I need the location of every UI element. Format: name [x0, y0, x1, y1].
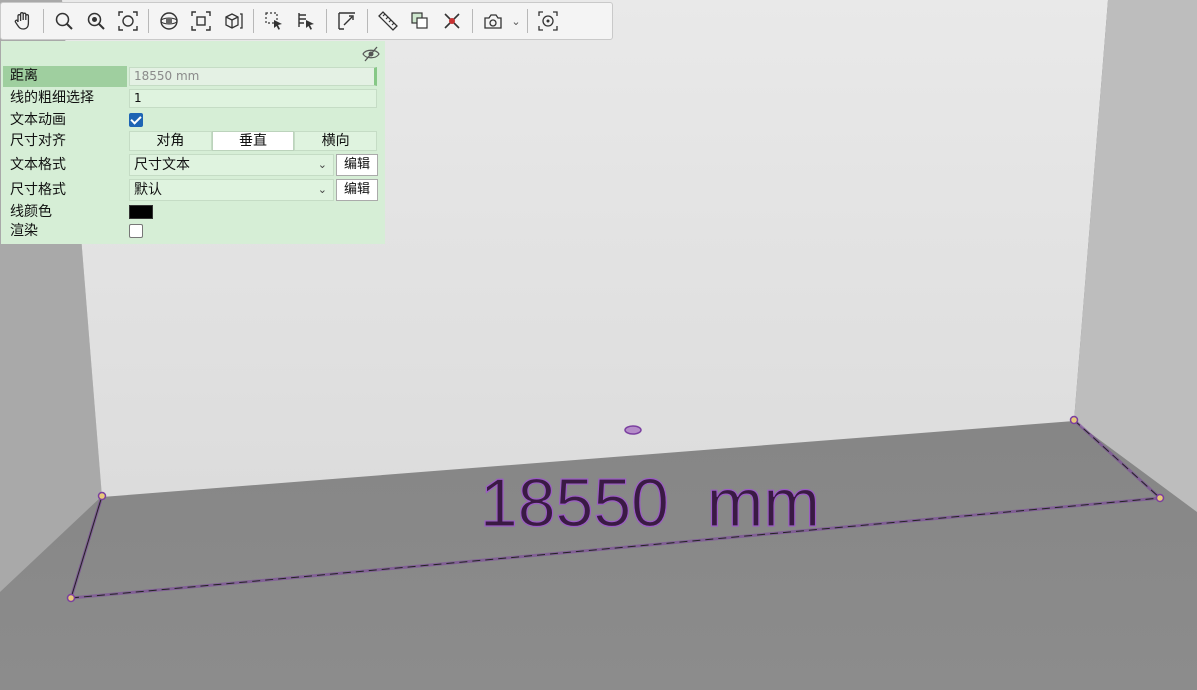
distance-row: 距离 18550 mm: [1, 66, 385, 87]
zoom-button[interactable]: [49, 6, 79, 36]
zoom-extents-button[interactable]: [113, 6, 143, 36]
text-animation-checkbox[interactable]: [129, 113, 143, 127]
sphere-view-icon: [160, 12, 178, 30]
render-row: 渲染: [1, 222, 385, 241]
delete-point-button[interactable]: [437, 6, 467, 36]
copy-select-button[interactable]: [405, 6, 435, 36]
box-view-button[interactable]: [218, 6, 248, 36]
zoom-icon: [55, 12, 73, 30]
chevron-down-icon: ⌄: [317, 158, 327, 171]
select-text-icon: [298, 13, 314, 30]
center-button[interactable]: [533, 6, 563, 36]
zoom-in-icon: [87, 12, 105, 30]
dim-align-label: 尺寸对齐: [10, 133, 66, 149]
text-format-row: 文本格式 尺寸文本 ⌄ 编辑: [1, 153, 385, 177]
dim-align-row: 尺寸对齐 对角 垂直 横向: [1, 131, 385, 152]
center-icon: [538, 11, 558, 31]
line-weight-label: 线的粗细选择: [10, 90, 94, 106]
chevron-down-icon: ⌄: [317, 183, 327, 196]
ruler-icon: [378, 11, 398, 31]
toolbar-separator: [253, 9, 254, 33]
render-label: 渲染: [10, 223, 38, 239]
dimension-point[interactable]: [97, 491, 107, 501]
dim-align-vertical[interactable]: 垂直: [211, 131, 295, 151]
select-region-button[interactable]: [259, 6, 289, 36]
hand-button[interactable]: [8, 6, 38, 36]
toolbar-separator: [43, 9, 44, 33]
text-format-select[interactable]: 尺寸文本 ⌄: [129, 154, 334, 176]
fit-view-icon: [191, 11, 211, 31]
chevron-down-icon[interactable]: ⌄: [509, 15, 523, 28]
render-checkbox[interactable]: [129, 224, 143, 238]
dimension-text[interactable]: 18550 mm: [479, 464, 820, 541]
toolbar: ⌄: [0, 2, 613, 40]
text-animation-label: 文本动画: [10, 112, 66, 128]
dim-format-edit-button[interactable]: 编辑: [336, 179, 378, 201]
text-animation-row: 文本动画: [1, 110, 385, 130]
toolbar-separator: [367, 9, 368, 33]
line-color-swatch[interactable]: [129, 205, 153, 219]
hand-icon: [14, 12, 30, 30]
dim-format-label: 尺寸格式: [10, 182, 66, 198]
delete-point-icon: [444, 13, 460, 29]
dimension-point[interactable]: [1069, 415, 1079, 425]
select-text-button[interactable]: [291, 6, 321, 36]
toolbar-separator: [148, 9, 149, 33]
dimension-icon: [338, 12, 355, 30]
dimension-point[interactable]: [1155, 493, 1165, 503]
fit-view-button[interactable]: [186, 6, 216, 36]
marker-point[interactable]: [624, 425, 642, 435]
distance-label: 距离: [10, 68, 38, 84]
zoom-in-button[interactable]: [81, 6, 111, 36]
copy-select-icon: [411, 12, 428, 29]
box-view-icon: [225, 13, 243, 29]
ruler-button[interactable]: [373, 6, 403, 36]
hide-eye-icon[interactable]: [361, 45, 381, 63]
dim-align-diagonal[interactable]: 对角: [129, 131, 212, 151]
dim-align-horizontal[interactable]: 横向: [294, 131, 378, 151]
toolbar-separator: [472, 9, 473, 33]
zoom-extents-icon: [118, 11, 138, 31]
dim-format-row: 尺寸格式 默认 ⌄ 编辑: [1, 178, 385, 202]
text-format-label: 文本格式: [10, 157, 66, 173]
toolbar-separator: [527, 9, 528, 33]
camera-button[interactable]: [478, 6, 508, 36]
line-color-label: 线颜色: [10, 204, 52, 220]
line-weight-field[interactable]: 1: [129, 89, 377, 108]
toolbar-separator: [326, 9, 327, 33]
line-color-row: 线颜色: [1, 203, 385, 222]
camera-icon: [484, 14, 502, 29]
dimension-point[interactable]: [66, 593, 76, 603]
dim-align-segmented: 对角 垂直 横向: [129, 131, 378, 151]
text-format-edit-button[interactable]: 编辑: [336, 154, 378, 176]
distance-field[interactable]: 18550 mm: [129, 67, 377, 86]
text-format-value: 尺寸文本: [134, 157, 190, 173]
dimension-button[interactable]: [332, 6, 362, 36]
line-weight-row: 线的粗细选择 1: [1, 88, 385, 109]
dimension-properties-panel: 距离 18550 mm 线的粗细选择 1 文本动画 尺寸对齐 对角 垂直 横向 …: [1, 41, 385, 244]
sphere-view-button[interactable]: [154, 6, 184, 36]
dim-format-select[interactable]: 默认 ⌄: [129, 179, 334, 201]
dim-format-value: 默认: [134, 182, 162, 198]
select-region-icon: [265, 12, 282, 30]
